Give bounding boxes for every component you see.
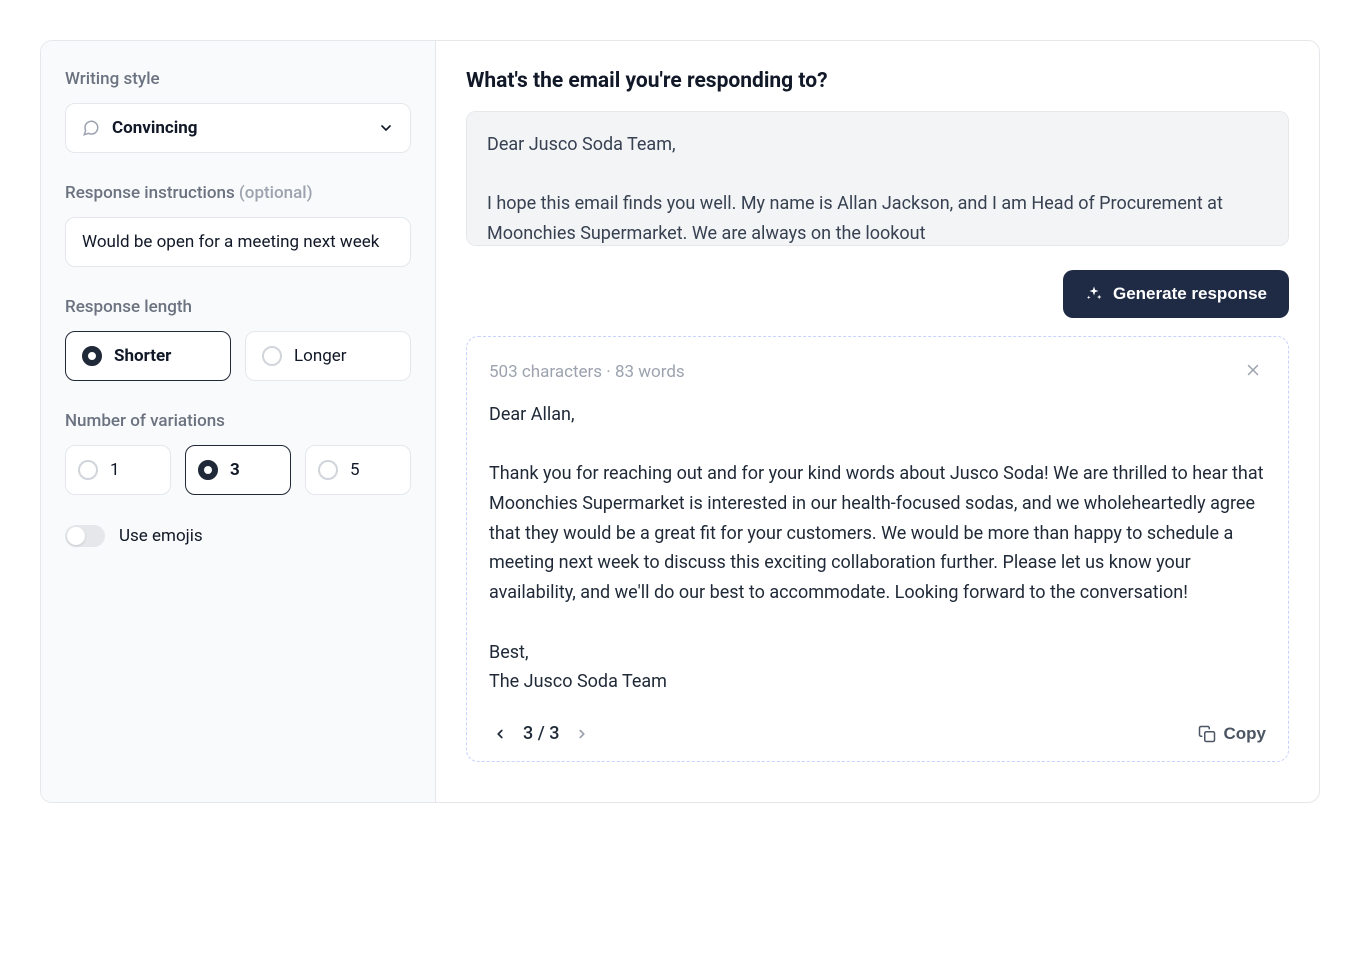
copy-icon	[1198, 725, 1216, 743]
app-container: Writing style Convincing Response instru…	[40, 40, 1320, 803]
response-stats: 503 characters · 83 words	[489, 362, 685, 382]
toggle-knob-icon	[67, 527, 85, 545]
generate-response-button[interactable]: Generate response	[1063, 270, 1289, 318]
pager-prev-button[interactable]	[489, 723, 511, 745]
emojis-toggle[interactable]	[65, 525, 105, 547]
main-panel: What's the email you're responding to? G…	[436, 41, 1319, 802]
pager-next-button[interactable]	[571, 723, 593, 745]
variations-options: 1 3 5	[65, 445, 411, 495]
length-option-shorter[interactable]: Shorter	[65, 331, 231, 381]
emojis-label: Use emojis	[119, 526, 203, 546]
email-input[interactable]	[466, 111, 1289, 246]
variations-label: Number of variations	[65, 411, 411, 431]
instructions-optional-text: (optional)	[239, 183, 313, 203]
copy-button-label: Copy	[1224, 724, 1267, 744]
radio-icon	[82, 346, 102, 366]
radio-icon	[198, 460, 218, 480]
variations-option-3[interactable]: 3	[185, 445, 291, 495]
writing-style-select[interactable]: Convincing	[65, 103, 411, 153]
writing-style-label: Writing style	[65, 69, 411, 89]
radio-icon	[262, 346, 282, 366]
variations-5-label: 5	[350, 460, 360, 480]
pager-display: 3 / 3	[523, 723, 559, 744]
variations-option-1[interactable]: 1	[65, 445, 171, 495]
instructions-label-text: Response instructions	[65, 183, 239, 203]
writing-style-value: Convincing	[112, 118, 378, 138]
email-input-wrap	[466, 111, 1289, 250]
chevron-down-icon	[378, 120, 394, 136]
response-pager: 3 / 3	[489, 723, 593, 745]
sidebar: Writing style Convincing Response instru…	[41, 41, 436, 802]
variations-3-label: 3	[230, 460, 240, 480]
copy-button[interactable]: Copy	[1198, 724, 1267, 744]
generate-row: Generate response	[466, 270, 1289, 318]
length-label: Response length	[65, 297, 411, 317]
response-body: Dear Allan, Thank you for reaching out a…	[489, 400, 1266, 697]
radio-icon	[78, 460, 98, 480]
close-icon	[1244, 361, 1262, 379]
page-title: What's the email you're responding to?	[466, 69, 1289, 93]
speech-bubble-icon	[82, 119, 100, 137]
length-shorter-label: Shorter	[114, 346, 171, 366]
instructions-input[interactable]	[65, 217, 411, 267]
close-response-button[interactable]	[1240, 357, 1266, 386]
instructions-label: Response instructions (optional)	[65, 183, 411, 203]
variations-1-label: 1	[110, 460, 120, 480]
response-header: 503 characters · 83 words	[489, 357, 1266, 386]
radio-icon	[318, 460, 338, 480]
variations-option-5[interactable]: 5	[305, 445, 411, 495]
chevron-left-icon	[493, 727, 507, 741]
sparkle-icon	[1085, 285, 1103, 303]
length-longer-label: Longer	[294, 346, 347, 366]
length-options: Shorter Longer	[65, 331, 411, 381]
length-option-longer[interactable]: Longer	[245, 331, 411, 381]
chevron-right-icon	[575, 727, 589, 741]
response-card: 503 characters · 83 words Dear Allan, Th…	[466, 336, 1289, 762]
response-footer: 3 / 3 Copy	[489, 717, 1266, 745]
generate-button-label: Generate response	[1113, 284, 1267, 304]
emojis-toggle-row: Use emojis	[65, 525, 411, 547]
